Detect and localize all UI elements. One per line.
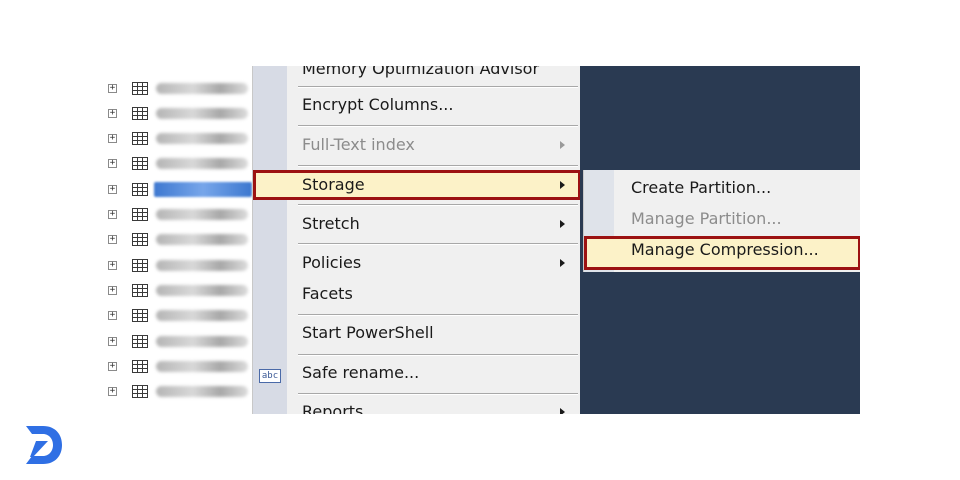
- chevron-right-icon: [560, 259, 565, 267]
- menu-separator: [298, 165, 578, 167]
- table-grid-icon: [132, 157, 148, 170]
- menu-item-label: Stretch: [302, 214, 360, 233]
- submenu-item-create-partition[interactable]: Create Partition...: [584, 173, 860, 201]
- plus-box-icon[interactable]: +: [108, 210, 117, 219]
- chevron-right-icon: [560, 220, 565, 228]
- tree-row[interactable]: +: [100, 281, 252, 301]
- tree-row[interactable]: +: [100, 306, 252, 326]
- menu-item-label: Policies: [302, 253, 362, 272]
- menu-separator: [298, 393, 578, 395]
- plus-box-icon[interactable]: +: [108, 362, 117, 371]
- plus-box-icon[interactable]: +: [108, 311, 117, 320]
- submenu-item-manage-compression[interactable]: Manage Compression...: [584, 236, 860, 270]
- tree-row-label-blurred[interactable]: [154, 182, 252, 197]
- tree-row[interactable]: +: [100, 104, 252, 124]
- tree-row[interactable]: +: [100, 256, 252, 276]
- plus-box-icon[interactable]: +: [108, 235, 117, 244]
- menu-item-label: Full-Text index: [302, 135, 415, 154]
- tree-row-label-blurred[interactable]: [156, 83, 248, 94]
- plus-box-icon[interactable]: +: [108, 261, 117, 270]
- tree-row-label-blurred[interactable]: [156, 310, 248, 321]
- table-grid-icon: [132, 309, 148, 322]
- menu-item-label: Memory Optimization Advisor: [302, 66, 540, 78]
- menu-item-label: Reports: [302, 402, 364, 414]
- menu-item-safe-rename[interactable]: Safe rename...: [287, 360, 581, 386]
- chevron-right-icon: [560, 408, 565, 414]
- menu-item-storage[interactable]: Storage: [253, 170, 581, 200]
- menu-separator: [298, 354, 578, 356]
- plus-box-icon[interactable]: +: [108, 109, 117, 118]
- tree-row-label-blurred[interactable]: [156, 386, 248, 397]
- tree-row-label-blurred[interactable]: [156, 361, 248, 372]
- table-grid-icon: [132, 107, 148, 120]
- menu-item-label: Start PowerShell: [302, 323, 434, 342]
- table-grid-icon: [132, 208, 148, 221]
- tree-row[interactable]: +: [100, 205, 252, 225]
- menu-icon-gutter: [253, 66, 287, 414]
- menu-item-facets[interactable]: Facets: [287, 281, 581, 307]
- menu-item-start-powershell[interactable]: Start PowerShell: [287, 320, 581, 346]
- tree-row[interactable]: +: [100, 382, 252, 402]
- menu-separator: [298, 86, 578, 88]
- menu-item-policies[interactable]: Policies: [287, 250, 581, 276]
- tree-row-label-blurred[interactable]: [156, 234, 248, 245]
- submenu-item-manage-partition[interactable]: Manage Partition...: [584, 204, 860, 232]
- table-grid-icon: [132, 385, 148, 398]
- menu-item-label: Encrypt Columns...: [302, 95, 454, 114]
- object-explorer-tree: + + + + + + + + + + + + +: [100, 66, 252, 414]
- plus-box-icon[interactable]: +: [108, 159, 117, 168]
- plus-box-icon[interactable]: +: [108, 134, 117, 143]
- tree-row-label-blurred[interactable]: [156, 108, 248, 119]
- plus-box-icon[interactable]: +: [108, 286, 117, 295]
- chevron-right-icon: [560, 181, 565, 189]
- table-grid-icon: [132, 183, 148, 196]
- menu-item-memory-optimization-advisor[interactable]: Memory Optimization Advisor: [287, 66, 581, 82]
- plus-box-icon[interactable]: +: [108, 387, 117, 396]
- tree-row[interactable]: +: [100, 230, 252, 250]
- menu-item-label: Safe rename...: [302, 363, 420, 382]
- submenu-item-label: Manage Compression...: [631, 240, 819, 259]
- table-grid-icon: [132, 259, 148, 272]
- menu-separator: [298, 125, 578, 127]
- menu-separator: [298, 243, 578, 245]
- rename-abc-icon: abc: [259, 369, 281, 383]
- plus-box-icon[interactable]: +: [108, 185, 117, 194]
- menu-item-stretch[interactable]: Stretch: [287, 211, 581, 237]
- table-grid-icon: [132, 82, 148, 95]
- menu-item-encrypt-columns[interactable]: Encrypt Columns...: [287, 92, 581, 118]
- menu-separator: [298, 314, 578, 316]
- tree-row[interactable]: +: [100, 79, 252, 99]
- screenshot-crop: + + + + + + + + + + + + + Memory Optimiz…: [100, 66, 860, 414]
- plus-box-icon[interactable]: +: [108, 84, 117, 93]
- tree-row[interactable]: +: [100, 332, 252, 352]
- submenu-item-label: Create Partition...: [631, 178, 772, 197]
- tree-row-label-blurred[interactable]: [156, 133, 248, 144]
- table-grid-icon: [132, 233, 148, 246]
- tree-row-label-blurred[interactable]: [156, 260, 248, 271]
- table-grid-icon: [132, 335, 148, 348]
- tree-row-label-blurred[interactable]: [156, 285, 248, 296]
- brand-logo-icon: [26, 426, 62, 464]
- submenu-item-label: Manage Partition...: [631, 209, 782, 228]
- menu-item-label: Facets: [302, 284, 353, 303]
- menu-item-reports[interactable]: Reports: [287, 399, 581, 414]
- plus-box-icon[interactable]: +: [108, 337, 117, 346]
- tree-row[interactable]: +: [100, 129, 252, 149]
- tree-row-label-blurred[interactable]: [156, 209, 248, 220]
- table-grid-icon: [132, 360, 148, 373]
- chevron-right-icon: [560, 141, 565, 149]
- context-menu: Memory Optimization Advisor Encrypt Colu…: [252, 66, 581, 414]
- tree-row-label-blurred[interactable]: [156, 336, 248, 347]
- menu-item-full-text-index[interactable]: Full-Text index: [287, 132, 581, 158]
- menu-item-label: Storage: [302, 175, 365, 194]
- storage-submenu: Create Partition... Manage Partition... …: [583, 170, 860, 272]
- table-grid-icon: [132, 284, 148, 297]
- menu-separator: [298, 204, 578, 206]
- tree-row[interactable]: +: [100, 357, 252, 377]
- table-grid-icon: [132, 132, 148, 145]
- tree-row-selected[interactable]: +: [100, 180, 252, 200]
- tree-row-label-blurred[interactable]: [156, 158, 248, 169]
- tree-row[interactable]: +: [100, 154, 252, 174]
